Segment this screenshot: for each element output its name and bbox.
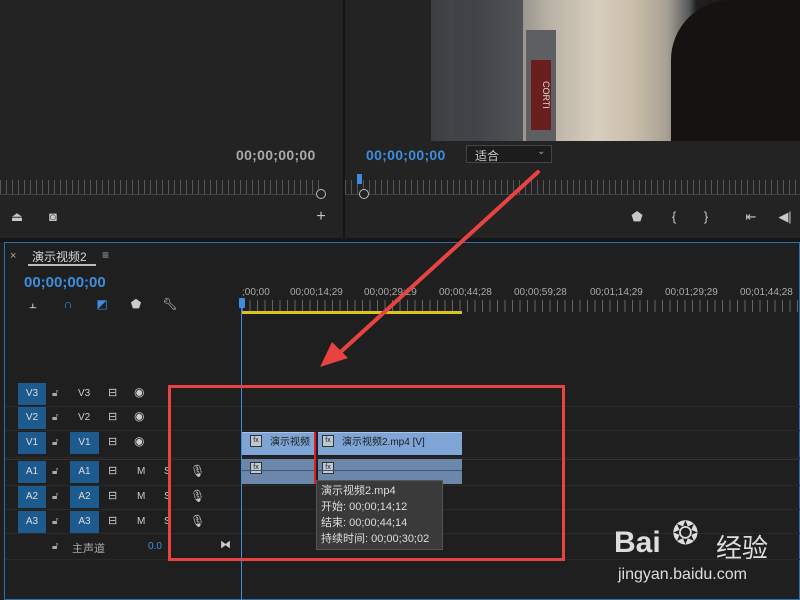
step-back-icon[interactable]: ◀| — [776, 208, 794, 226]
track-name-v3: V3 — [78, 388, 91, 399]
program-time-ruler[interactable] — [345, 180, 800, 195]
track-target-v2[interactable]: V2 — [18, 407, 46, 429]
lock-icon[interactable]: 🔓︎ — [52, 541, 58, 552]
paw-icon: ❂ — [672, 515, 699, 551]
zoom-select[interactable]: 适合 ⌄ — [466, 145, 552, 163]
eye-icon[interactable]: ◉ — [134, 434, 144, 448]
watermark-url: jingyan.baidu.com — [618, 566, 747, 583]
ruler-label: 00;00;44;28 — [439, 287, 492, 298]
camera-icon[interactable]: ◙ — [44, 208, 62, 226]
ruler-label: 00;00;14;29 — [290, 287, 343, 298]
lock-icon[interactable]: 🔓︎ — [52, 388, 58, 399]
source-patch-a1[interactable]: A1 — [70, 461, 99, 483]
track-target-v3[interactable]: V3 — [18, 383, 46, 405]
ruler-label: 00;00;29;29 — [364, 287, 417, 298]
sequence-tab[interactable]: 演示视频2 — [32, 248, 87, 265]
person-silhouette — [671, 0, 800, 141]
video-preview: CORTI — [431, 0, 800, 141]
linked-selection-icon[interactable]: ◩ — [94, 296, 110, 312]
mark-in-icon[interactable]: { — [665, 208, 683, 226]
master-track-name: 主声道 — [72, 543, 105, 555]
source-patch-a3[interactable]: A3 — [70, 511, 99, 533]
eye-icon[interactable]: ◉ — [134, 409, 144, 423]
lock-icon[interactable]: 🔓︎ — [52, 491, 58, 502]
panel-divider[interactable] — [343, 0, 345, 240]
sync-lock-icon[interactable]: ⊟ — [108, 410, 117, 423]
insert-icon[interactable]: ⏏ — [8, 208, 26, 226]
eye-icon[interactable]: ◉ — [134, 385, 144, 399]
track-target-a1[interactable]: A1 — [18, 461, 46, 483]
program-zoom-handle[interactable] — [359, 189, 369, 199]
master-volume[interactable]: 0.0 — [148, 541, 162, 552]
chevron-down-icon: ⌄ — [537, 146, 546, 157]
playhead-handle[interactable] — [239, 298, 245, 308]
lock-icon[interactable]: 🔓︎ — [52, 516, 58, 527]
go-to-in-icon[interactable]: ⇤ — [742, 208, 760, 226]
track-name-v2: V2 — [78, 412, 91, 423]
ruler-label: 00;01;14;29 — [590, 287, 643, 298]
panel-menu-icon[interactable]: ≡ — [102, 248, 109, 262]
mark-out-icon[interactable]: } — [697, 208, 715, 226]
source-patch-a2[interactable]: A2 — [70, 486, 99, 508]
mute-button[interactable]: M — [137, 516, 145, 527]
source-zoom-handle[interactable] — [316, 189, 326, 199]
mute-button[interactable]: M — [137, 466, 145, 477]
lock-icon[interactable]: 🔓︎ — [52, 412, 58, 423]
lock-icon[interactable]: 🔓︎ — [52, 437, 58, 448]
building-shape — [453, 0, 523, 141]
source-patch-v1[interactable]: V1 — [70, 432, 99, 454]
video-sign: CORTI — [531, 60, 551, 130]
source-time-ruler[interactable] — [0, 180, 323, 195]
mute-button[interactable]: M — [137, 491, 145, 502]
add-button-icon[interactable]: + — [312, 208, 330, 226]
ruler-label: ;00;00 — [242, 287, 270, 298]
snap-magnet-icon[interactable]: ∩ — [60, 296, 76, 312]
lock-icon[interactable]: 🔓︎ — [52, 466, 58, 477]
add-marker-icon[interactable]: ⬟ — [128, 296, 144, 312]
track-target-a3[interactable]: A3 — [18, 511, 46, 533]
track-target-a2[interactable]: A2 — [18, 486, 46, 508]
zoom-select-value: 适合 — [475, 149, 500, 163]
tab-underline — [28, 264, 96, 266]
work-area-bar[interactable] — [242, 311, 462, 314]
track-target-v1[interactable]: V1 — [18, 432, 46, 454]
nest-insert-icon[interactable]: ⫠ — [25, 296, 41, 312]
sync-lock-icon[interactable]: ⊟ — [108, 386, 117, 399]
timeline-timecode[interactable]: 00;00;00;00 — [24, 274, 106, 291]
annotation-highlight-box — [168, 385, 565, 561]
sync-lock-icon[interactable]: ⊟ — [108, 489, 117, 502]
program-timecode[interactable]: 00;00;00;00 — [366, 147, 446, 163]
ruler-label: 00;01;29;29 — [665, 287, 718, 298]
ruler-label: 00;00;59;28 — [514, 287, 567, 298]
ruler-label: 00;01;44;28 — [740, 287, 793, 298]
wrench-settings-icon[interactable]: 🔧︎ — [162, 296, 178, 312]
watermark-suffix: 经验 — [716, 533, 769, 563]
source-timecode[interactable]: 00;00;00;00 — [236, 147, 316, 163]
watermark-brand: Bai — [614, 526, 661, 559]
baidu-watermark: Bai ❂ 经验 jingyan.baidu.com — [612, 512, 800, 600]
sync-lock-icon[interactable]: ⊟ — [108, 435, 117, 448]
sync-lock-icon[interactable]: ⊟ — [108, 514, 117, 527]
source-monitor: 00;00;00;00 ⏏ ◙ + — [0, 0, 343, 238]
add-marker-icon[interactable]: ⬟ — [628, 208, 646, 226]
close-tab-icon[interactable]: × — [10, 250, 16, 262]
sync-lock-icon[interactable]: ⊟ — [108, 464, 117, 477]
program-playhead[interactable] — [357, 174, 362, 184]
